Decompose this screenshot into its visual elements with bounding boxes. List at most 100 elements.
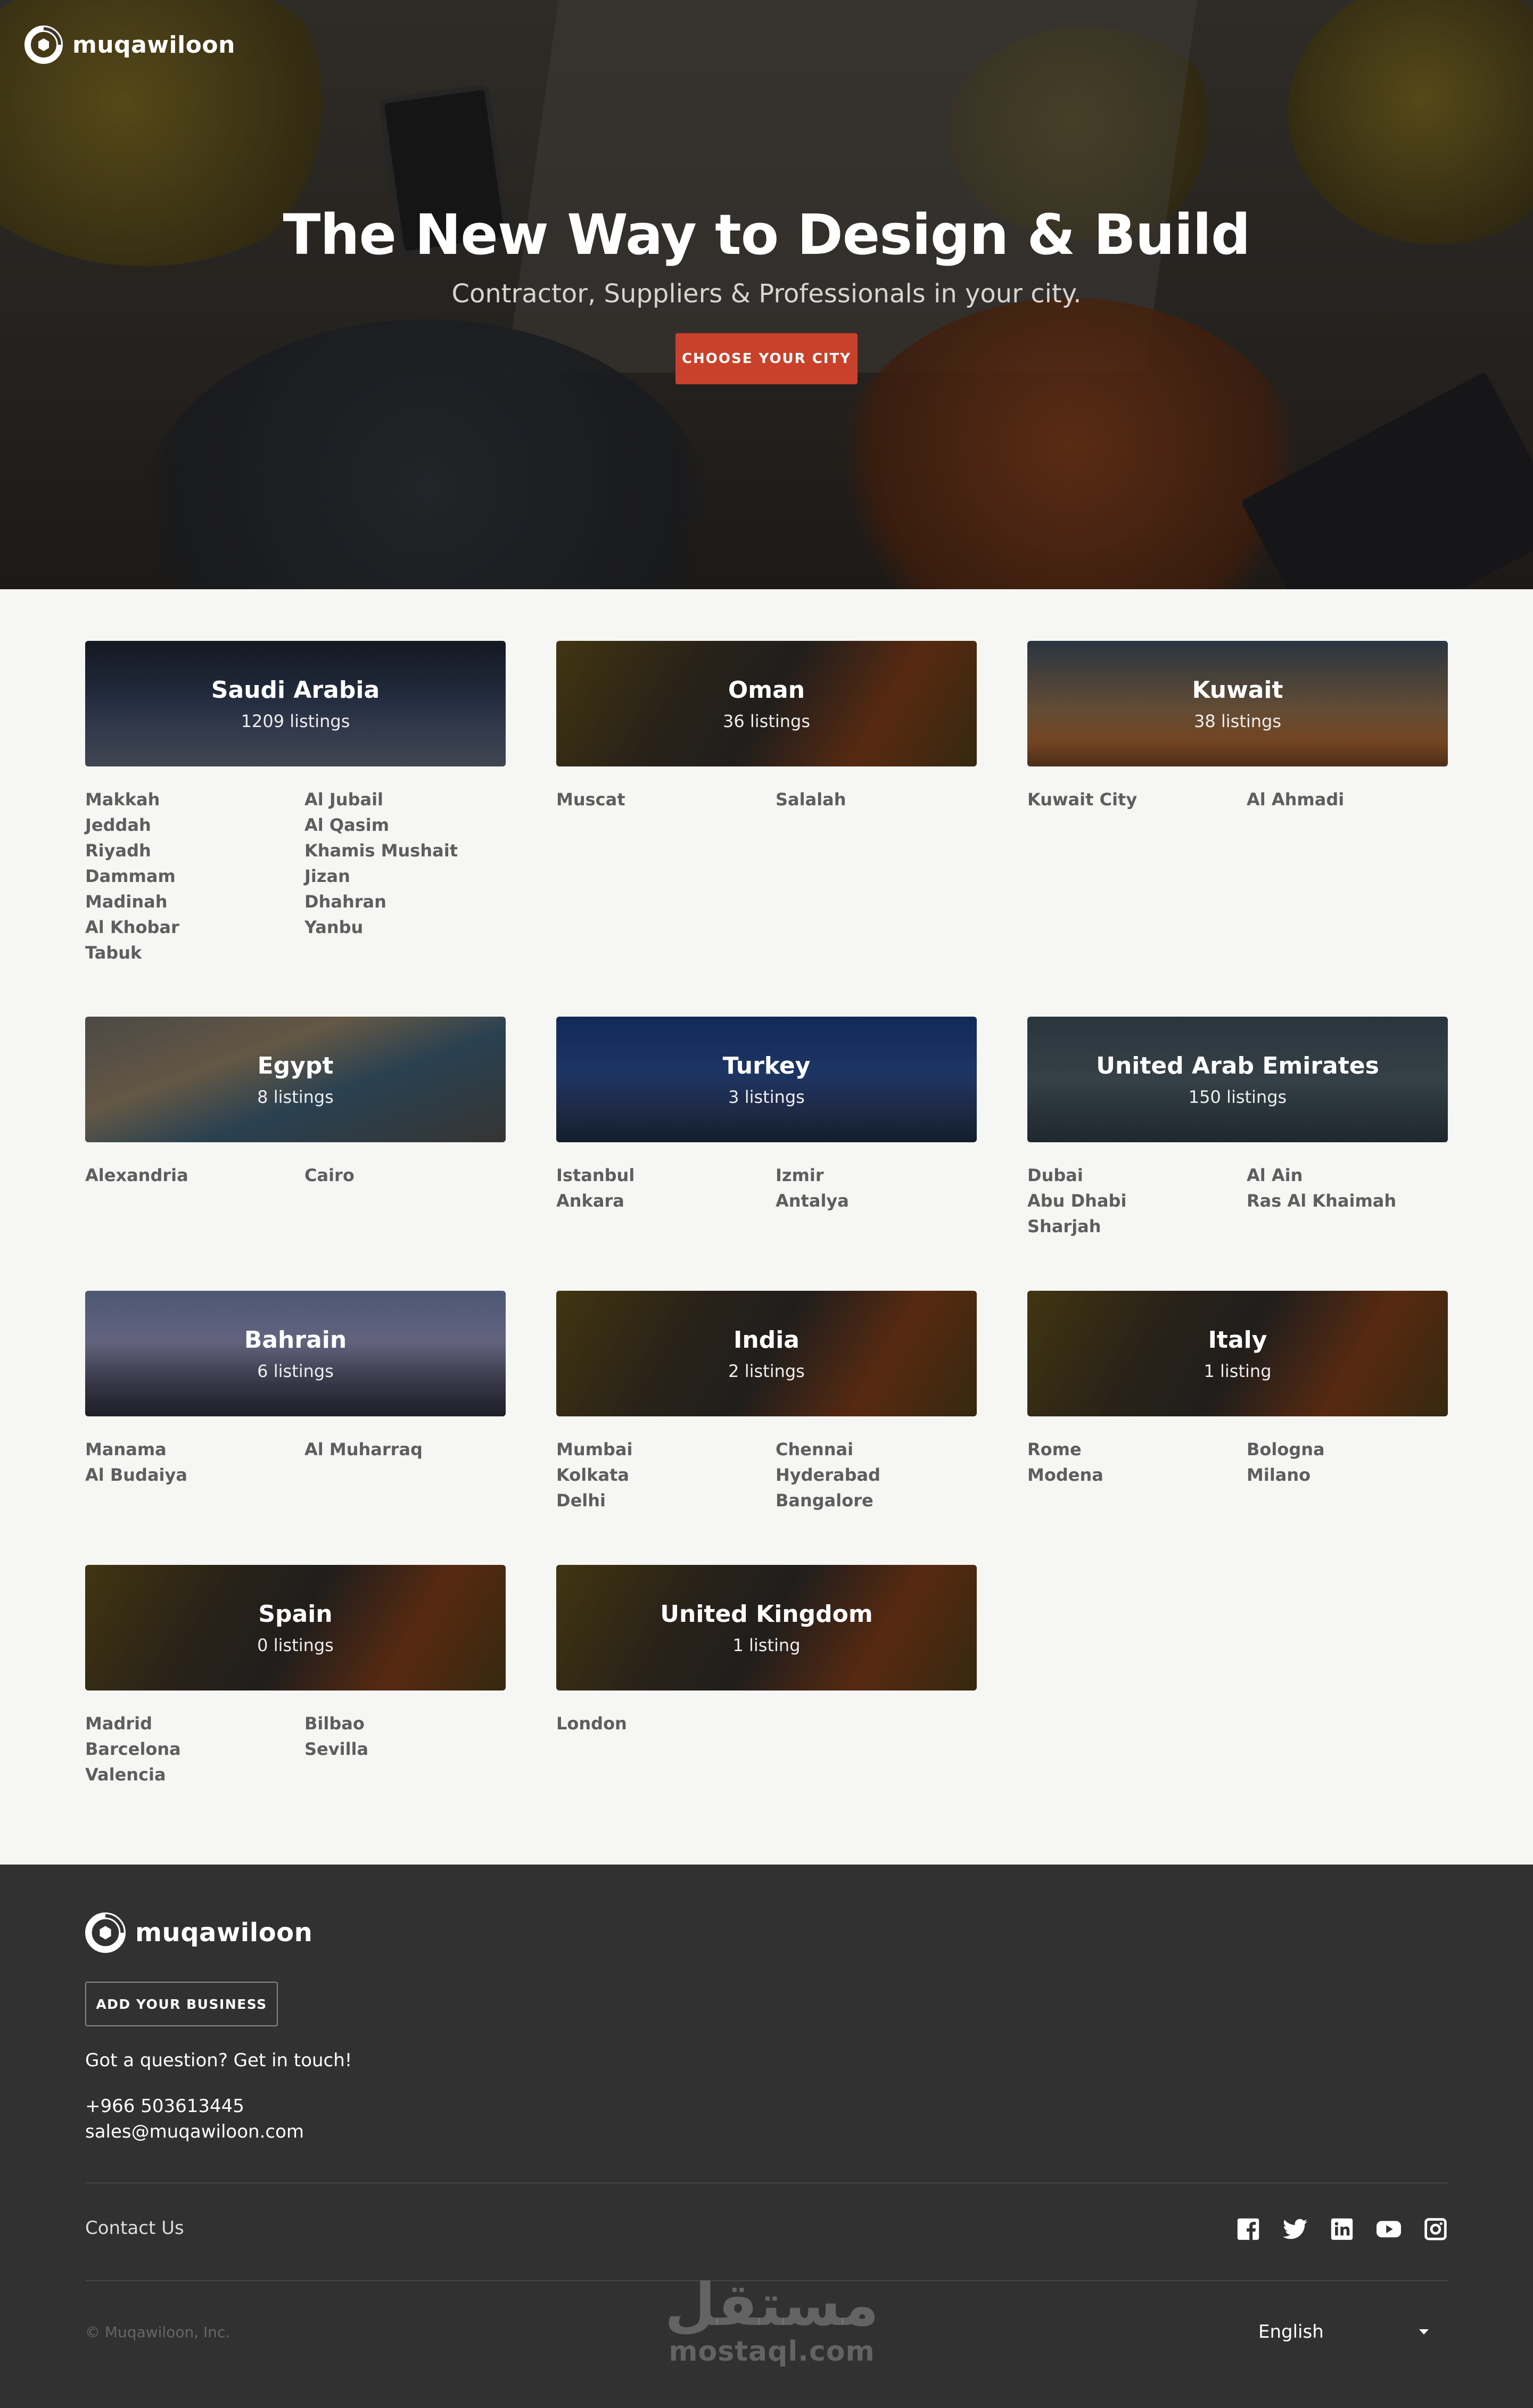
city-link[interactable]: Barcelona: [85, 1736, 304, 1762]
country-card[interactable]: United Kingdom 1 listing: [556, 1565, 977, 1690]
listing-count: 1209 listings: [241, 711, 350, 731]
city-link[interactable]: Madrid: [85, 1711, 304, 1736]
linkedin-icon[interactable]: [1330, 2217, 1354, 2241]
footer-logo[interactable]: muqawiloon: [85, 1912, 312, 1953]
phone-link[interactable]: +966 503613445: [85, 2096, 244, 2117]
country-card[interactable]: Spain 0 listings: [85, 1565, 506, 1690]
city-link[interactable]: Sevilla: [304, 1736, 506, 1762]
city-link[interactable]: Yanbu: [304, 914, 506, 940]
add-business-button[interactable]: ADD YOUR BUSINESS: [85, 1982, 278, 2026]
city-link[interactable]: Al Qasim: [304, 812, 506, 838]
city-link[interactable]: Sharjah: [1027, 1214, 1247, 1239]
listing-count: 36 listings: [722, 711, 811, 731]
country-card[interactable]: United Arab Emirates 150 listings: [1027, 1017, 1448, 1142]
listing-count: 8 listings: [257, 1086, 334, 1107]
city-link[interactable]: Al Budaiya: [85, 1462, 304, 1488]
city-link[interactable]: Al Ain: [1247, 1162, 1448, 1188]
city-link[interactable]: Delhi: [556, 1488, 776, 1513]
youtube-icon[interactable]: [1377, 2217, 1401, 2241]
city-link[interactable]: Kuwait City: [1027, 787, 1247, 812]
city-link[interactable]: Salalah: [776, 787, 977, 812]
city-link[interactable]: Milano: [1247, 1462, 1448, 1488]
city-link[interactable]: Cairo: [304, 1162, 506, 1188]
country-name: Italy: [1208, 1326, 1267, 1354]
choose-city-button[interactable]: CHOOSE YOUR CITY: [675, 333, 858, 384]
country-india: India 2 listings Mumbai Kolkata Delhi Ch…: [556, 1291, 977, 1513]
city-link[interactable]: Riyadh: [85, 838, 304, 863]
country-card[interactable]: Turkey 3 listings: [556, 1017, 977, 1142]
hero-banner: muqawiloon The New Way to Design & Build…: [0, 0, 1533, 589]
city-link[interactable]: Izmir: [776, 1162, 977, 1188]
country-card[interactable]: Oman 36 listings: [556, 641, 977, 766]
instagram-icon[interactable]: [1423, 2217, 1448, 2241]
listing-count: 2 listings: [728, 1360, 805, 1381]
country-turkey: Turkey 3 listings Istanbul Ankara Izmir …: [556, 1017, 977, 1214]
language-select[interactable]: English: [1258, 2315, 1434, 2349]
city-link[interactable]: Manama: [85, 1437, 304, 1462]
city-link[interactable]: Antalya: [776, 1188, 977, 1214]
city-list: Muscat Salalah: [556, 787, 977, 812]
listing-count: 1 listing: [732, 1635, 801, 1655]
country-card[interactable]: India 2 listings: [556, 1291, 977, 1416]
logo-icon: [85, 1912, 126, 1953]
country-name: India: [733, 1326, 800, 1354]
city-link[interactable]: Valencia: [85, 1762, 304, 1787]
city-link[interactable]: Mumbai: [556, 1437, 776, 1462]
city-link[interactable]: Istanbul: [556, 1162, 776, 1188]
country-saudi-arabia: Saudi Arabia 1209 listings Makkah Jeddah…: [85, 641, 506, 966]
city-link[interactable]: Dhahran: [304, 889, 506, 914]
city-link[interactable]: Al Jubail: [304, 787, 506, 812]
language-value: English: [1258, 2321, 1324, 2343]
country-card[interactable]: Saudi Arabia 1209 listings: [85, 641, 506, 766]
contact-prompt: Got a question? Get in touch!: [85, 2050, 352, 2071]
city-link[interactable]: Modena: [1027, 1462, 1247, 1488]
social-links: [1236, 2217, 1448, 2241]
city-list: Mumbai Kolkata Delhi Chennai Hyderabad B…: [556, 1437, 977, 1513]
city-link[interactable]: Makkah: [85, 787, 304, 812]
city-link[interactable]: Chennai: [776, 1437, 977, 1462]
watermark: مستقل mostaql.com: [660, 2273, 884, 2366]
city-link[interactable]: Rome: [1027, 1437, 1247, 1462]
city-link[interactable]: Bologna: [1247, 1437, 1448, 1462]
city-link[interactable]: Khamis Mushait: [304, 838, 506, 863]
city-link[interactable]: Kolkata: [556, 1462, 776, 1488]
city-list: London: [556, 1711, 977, 1736]
footer-divider: [85, 2182, 1448, 2183]
country-bahrain: Bahrain 6 listings Manama Al Budaiya Al …: [85, 1291, 506, 1488]
city-link[interactable]: Jizan: [304, 863, 506, 889]
site-logo[interactable]: muqawiloon: [24, 26, 235, 64]
listing-count: 1 listing: [1204, 1360, 1272, 1381]
country-card[interactable]: Egypt 8 listings: [85, 1017, 506, 1142]
city-list: Kuwait City Al Ahmadi: [1027, 787, 1448, 812]
twitter-icon[interactable]: [1283, 2217, 1307, 2241]
country-card[interactable]: Italy 1 listing: [1027, 1291, 1448, 1416]
city-link[interactable]: Alexandria: [85, 1162, 304, 1188]
country-card[interactable]: Bahrain 6 listings: [85, 1291, 506, 1416]
city-link[interactable]: Ankara: [556, 1188, 776, 1214]
city-link[interactable]: Al Khobar: [85, 914, 304, 940]
city-link[interactable]: Bangalore: [776, 1488, 977, 1513]
chevron-down-icon: [1419, 2329, 1429, 2335]
city-link[interactable]: Tabuk: [85, 940, 304, 966]
city-link[interactable]: Muscat: [556, 787, 776, 812]
city-link[interactable]: Dammam: [85, 863, 304, 889]
email-link[interactable]: sales@muqawiloon.com: [85, 2121, 304, 2142]
country-spain: Spain 0 listings Madrid Barcelona Valenc…: [85, 1565, 506, 1787]
country-card[interactable]: Kuwait 38 listings: [1027, 641, 1448, 766]
city-link[interactable]: Madinah: [85, 889, 304, 914]
watermark-latin: mostaql.com: [669, 2336, 875, 2368]
city-link[interactable]: Jeddah: [85, 812, 304, 838]
city-link[interactable]: London: [556, 1711, 776, 1736]
country-name: Oman: [728, 676, 805, 704]
city-link[interactable]: Bilbao: [304, 1711, 506, 1736]
country-egypt: Egypt 8 listings Alexandria Cairo: [85, 1017, 506, 1188]
country-name: Saudi Arabia: [211, 676, 380, 704]
city-link[interactable]: Ras Al Khaimah: [1247, 1188, 1448, 1214]
city-link[interactable]: Abu Dhabi: [1027, 1188, 1247, 1214]
facebook-icon[interactable]: [1236, 2217, 1260, 2241]
city-link[interactable]: Al Ahmadi: [1247, 787, 1448, 812]
city-link[interactable]: Hyderabad: [776, 1462, 977, 1488]
city-link[interactable]: Al Muharraq: [304, 1437, 506, 1462]
city-link[interactable]: Dubai: [1027, 1162, 1247, 1188]
contact-us-link[interactable]: Contact Us: [85, 2217, 184, 2239]
